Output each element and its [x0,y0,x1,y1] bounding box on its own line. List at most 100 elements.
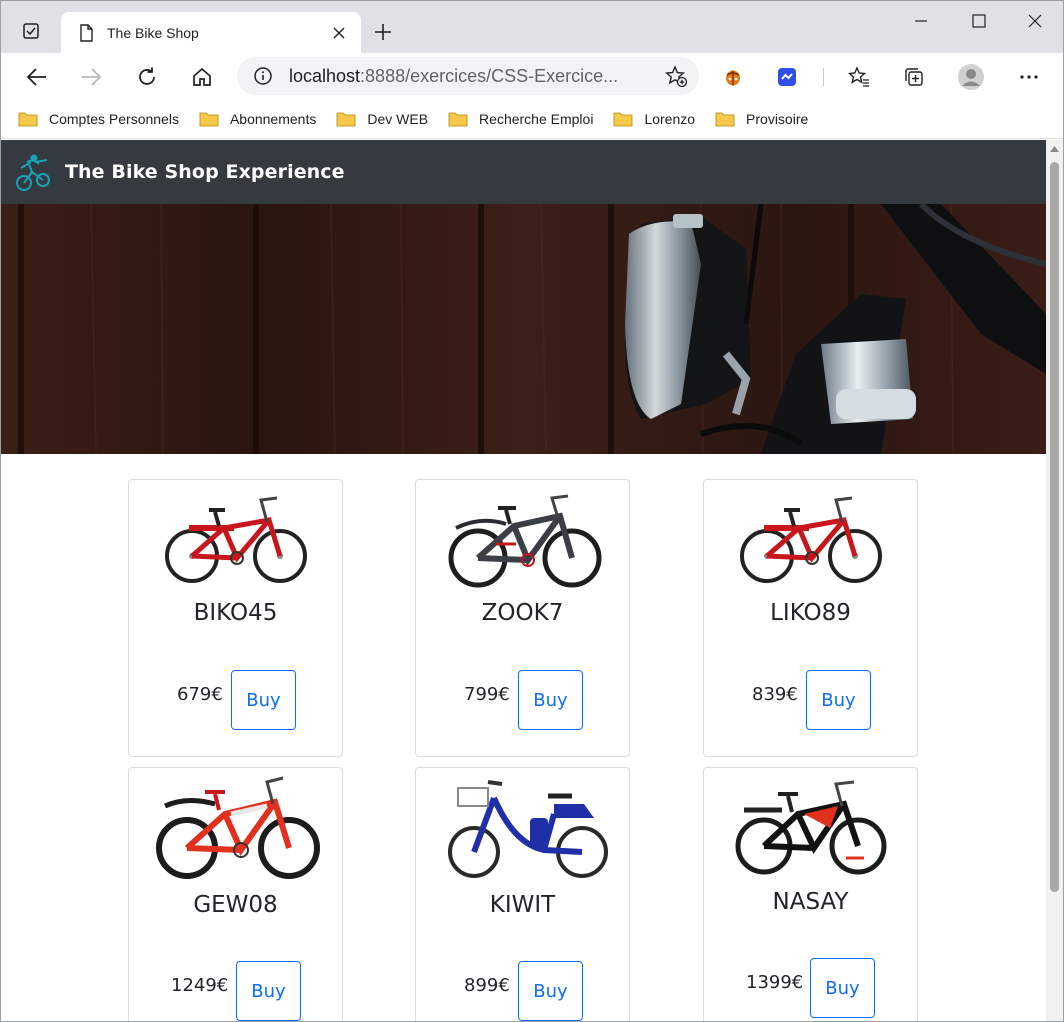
back-arrow-icon [26,68,46,86]
new-tab-button[interactable] [369,18,397,46]
hero-banner-image [1,204,1046,454]
product-card: ZOOK7 799€ Buy [415,479,630,757]
product-card: NASAY 1399€ Buy [703,767,918,1021]
close-icon [333,27,345,38]
bookmark-folder[interactable]: Dev WEB [336,104,428,134]
bookmark-label: Recherche Emploi [479,110,594,127]
minimize-button[interactable] [907,7,935,35]
bookmark-folder[interactable]: Comptes Personnels [18,104,179,134]
back-button[interactable] [21,61,53,93]
folder-icon [715,112,735,126]
toolbar-separator [823,68,824,86]
favorites-star-icon [848,66,869,87]
folder-icon [448,112,468,126]
address-bar[interactable]: localhost:8888/exercices/CSS-Exercice... [237,57,699,95]
extension-button-2[interactable] [771,61,803,93]
chevron-up-icon [1050,145,1059,152]
bookmark-label: Lorenzo [644,110,696,127]
product-model: GEW08 [193,892,278,918]
plus-icon [375,24,391,40]
info-icon [254,67,272,85]
profile-button[interactable] [955,61,987,93]
product-price: 899€ [464,975,510,996]
buy-button[interactable]: Buy [806,670,871,730]
folder-icon [614,112,633,126]
product-price: 1249€ [171,975,229,996]
browser-toolbar: localhost:8888/exercices/CSS-Exercice... [1,53,1063,99]
bookmark-label: Dev WEB [367,110,429,127]
tab-title: The Bike Shop [107,24,199,41]
product-model: ZOOK7 [481,600,564,626]
more-menu-button[interactable] [1013,61,1045,93]
bike-image [740,496,882,583]
page-icon [80,23,93,42]
bookmark-folder[interactable]: Recherche Emploi [448,104,593,134]
url-path: :8888/exercices/CSS-Exercice... [360,65,619,86]
bookmark-folder[interactable]: Provisoire [715,104,808,134]
product-model: BIKO45 [193,600,278,626]
avatar-icon [958,64,984,90]
url-text: localhost:8888/exercices/CSS-Exercice... [289,66,649,87]
product-model: NASAY [772,889,849,915]
folder-icon [18,112,38,126]
tab-the-bike-shop[interactable]: The Bike Shop [61,12,361,53]
product-price: 799€ [464,684,510,705]
buy-button[interactable]: Buy [518,670,583,730]
folder-icon [199,112,219,126]
add-favorite-icon[interactable] [665,65,687,87]
product-price: 679€ [177,684,223,705]
home-button[interactable] [186,61,218,93]
browser-window: The Bike Shop localhost:8888/exercices/C… [0,0,1064,1022]
folder-icon [336,112,356,126]
bike-image [448,494,602,588]
buy-button[interactable]: Buy [810,958,875,1018]
url-host: localhost [289,65,361,86]
title-bar: The Bike Shop [1,1,1063,53]
site-navbar: The Bike Shop Experience [1,140,1046,204]
bike-image [735,780,887,875]
refresh-button[interactable] [131,61,163,93]
bike-image [448,780,608,878]
more-dots-icon [1020,75,1038,79]
forward-arrow-icon [82,68,102,86]
product-model: LIKO89 [770,600,851,626]
bookmark-label: Comptes Personnels [49,110,179,127]
brand-title[interactable]: The Bike Shop Experience [65,161,345,183]
refresh-icon [139,67,155,85]
product-card: KIWIT 899€ Buy [415,767,630,1021]
collections-icon [905,68,923,86]
page-scrollbar[interactable] [1046,140,1063,1021]
close-window-button[interactable] [1021,7,1049,35]
bookmarks-bar: Comptes Personnels Abonnements Dev WEB R… [1,99,1063,139]
product-card: LIKO89 839€ Buy [703,479,918,757]
maximize-button[interactable] [965,7,993,35]
close-tab-button[interactable] [329,23,349,43]
bookmark-folder[interactable]: Lorenzo [613,104,695,134]
bike-image [156,776,320,879]
tab-actions-icon [23,23,39,39]
extension-bug-icon [726,70,740,86]
favorites-button[interactable] [843,61,875,93]
maximize-icon [972,14,986,28]
product-card: GEW08 1249€ Buy [128,767,343,1021]
buy-button[interactable]: Buy [236,961,301,1021]
buy-button[interactable]: Buy [518,961,583,1021]
forward-button[interactable] [75,61,107,93]
buy-button[interactable]: Buy [231,670,296,730]
bookmark-folder[interactable]: Abonnements [199,104,316,134]
extension-button-1[interactable] [717,61,749,93]
scrollbar-thumb[interactable] [1050,162,1059,892]
scroll-up-button[interactable] [1046,140,1063,157]
bookmark-label: Abonnements [229,110,317,127]
product-model: KIWIT [489,892,556,918]
tab-actions-button[interactable] [15,15,47,47]
bike-image [165,496,307,583]
extension-blue-icon [778,68,796,86]
bookmark-label: Provisoire [746,110,809,127]
product-price: 839€ [752,684,798,705]
product-card: BIKO45 679€ Buy [128,479,343,757]
close-icon [1028,14,1042,28]
cyclist-logo-icon[interactable] [13,150,53,194]
product-price: 1399€ [746,972,804,993]
collections-button[interactable] [898,61,930,93]
